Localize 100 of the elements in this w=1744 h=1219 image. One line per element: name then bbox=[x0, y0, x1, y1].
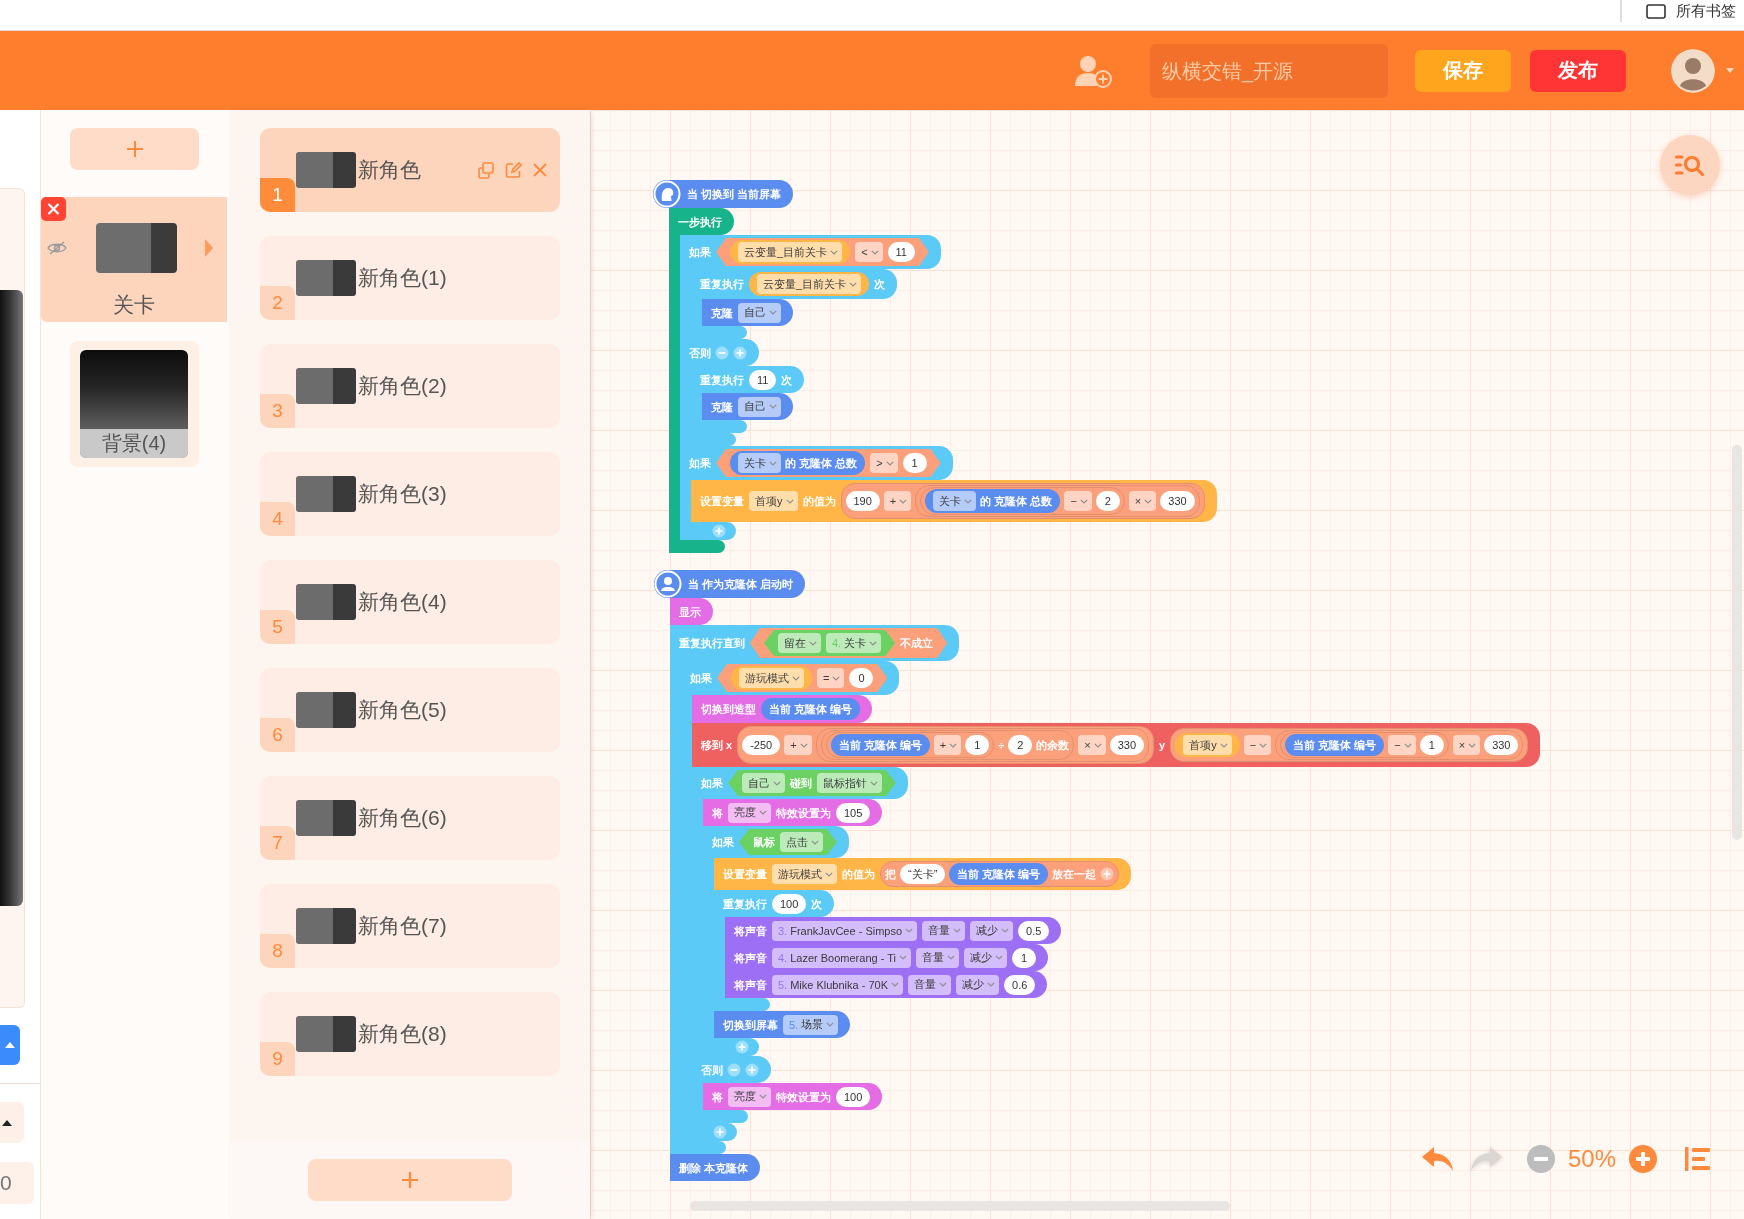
dropdown-field[interactable]: 音量 bbox=[922, 920, 966, 941]
dropdown-field[interactable]: 4. Lazer Boomerang - Ti bbox=[772, 947, 911, 968]
value-input[interactable]: 11 bbox=[887, 242, 915, 262]
dropdown-field[interactable]: − bbox=[1243, 735, 1272, 755]
dropdown-field[interactable]: 音量 bbox=[908, 974, 951, 995]
dropdown-field[interactable]: 首项y bbox=[1183, 735, 1232, 755]
value-input[interactable]: 1 bbox=[1011, 947, 1036, 968]
dropdown-field[interactable]: 亮度 bbox=[728, 802, 771, 823]
value-input[interactable]: 330 bbox=[1160, 491, 1195, 511]
dropdown-field[interactable]: 4. 关卡 bbox=[826, 633, 882, 653]
plus-icon[interactable] bbox=[733, 345, 747, 360]
eye-slash-icon[interactable] bbox=[46, 240, 68, 256]
value-input[interactable]: 2 bbox=[1008, 735, 1033, 755]
dropdown-field[interactable]: 减少 bbox=[963, 947, 1007, 968]
value-input[interactable]: 0.5 bbox=[1018, 920, 1050, 941]
triangle-up-icon[interactable] bbox=[0, 1102, 24, 1143]
sprite-card[interactable]: 9 新角色(8) bbox=[260, 992, 560, 1076]
sprite-card[interactable]: 8 新角色(7) bbox=[260, 884, 560, 968]
value-input[interactable]: 11 bbox=[749, 369, 777, 390]
publish-button[interactable]: 发布 bbox=[1530, 49, 1626, 92]
edit-icon[interactable] bbox=[504, 161, 522, 179]
dropdown-field[interactable]: − bbox=[1064, 491, 1092, 511]
value-input[interactable]: 1 bbox=[1419, 735, 1444, 755]
dropdown-field[interactable]: × bbox=[1452, 735, 1481, 755]
dropdown-field[interactable]: 亮度 bbox=[728, 1086, 771, 1107]
value-input[interactable]: 2 bbox=[1095, 491, 1120, 511]
caret-icon bbox=[1468, 742, 1477, 748]
add-sprite-button[interactable] bbox=[308, 1158, 512, 1201]
dropdown-field[interactable]: < bbox=[855, 242, 883, 262]
dropdown-field[interactable]: 关卡 bbox=[933, 491, 977, 511]
plus-icon[interactable] bbox=[713, 1125, 727, 1139]
plus-icon[interactable] bbox=[745, 1062, 759, 1077]
add-user-icon[interactable] bbox=[1073, 53, 1113, 88]
dropdown-field[interactable]: 云变量_目前关卡 bbox=[757, 274, 862, 294]
dropdown-field[interactable]: × bbox=[1128, 491, 1157, 511]
caret-down-icon[interactable] bbox=[1726, 68, 1734, 73]
dropdown-field[interactable]: × bbox=[1078, 735, 1106, 755]
sprite-card[interactable]: 2 新角色(1) bbox=[260, 236, 560, 320]
dropdown-field[interactable]: 自己 bbox=[738, 302, 781, 323]
value-input[interactable]: 0.6 bbox=[1004, 974, 1036, 995]
screen-card[interactable]: 关卡 bbox=[41, 197, 227, 322]
sprite-card[interactable]: 6 新角色(5) bbox=[260, 668, 560, 752]
dropdown-field[interactable]: + bbox=[933, 735, 962, 755]
value-input[interactable]: 330 bbox=[1484, 735, 1519, 755]
sprite-card[interactable]: 1 新角色 bbox=[260, 128, 560, 212]
bookmarks-button[interactable]: 所有书签 bbox=[1620, 0, 1744, 22]
add-screen-button[interactable] bbox=[70, 128, 199, 170]
dropdown-field[interactable]: 自己 bbox=[738, 396, 781, 417]
caret-right-icon[interactable] bbox=[205, 239, 213, 257]
plus-icon[interactable] bbox=[1100, 867, 1115, 881]
sprite-card[interactable]: 3 新角色(2) bbox=[260, 344, 560, 428]
dropdown-field[interactable]: 5. Mike Klubnika - 70K bbox=[772, 974, 903, 995]
value-input[interactable]: 1 bbox=[902, 453, 927, 473]
value-input[interactable]: “关卡” bbox=[900, 864, 946, 884]
vertical-scrollbar[interactable] bbox=[1732, 445, 1742, 840]
dropdown-field[interactable]: + bbox=[784, 735, 812, 755]
dropdown-field[interactable]: − bbox=[1388, 735, 1416, 755]
dropdown-field[interactable]: 减少 bbox=[956, 974, 999, 995]
dropdown-field[interactable]: 3. FrankJavCee - Simpso bbox=[772, 920, 918, 941]
dropdown-field[interactable]: 首项y bbox=[749, 491, 798, 511]
dropdown-field[interactable]: 关卡 bbox=[738, 453, 781, 473]
avatar-icon[interactable] bbox=[1671, 48, 1715, 93]
search-button[interactable] bbox=[1660, 135, 1720, 195]
value-input[interactable]: 0 bbox=[849, 668, 874, 688]
value-input[interactable]: 1 bbox=[965, 735, 990, 755]
dropdown-field[interactable]: + bbox=[883, 491, 912, 511]
zoom-in-icon[interactable] bbox=[1628, 1144, 1658, 1174]
number-field[interactable]: 0 bbox=[0, 1162, 34, 1204]
value-input[interactable]: 190 bbox=[845, 491, 880, 511]
close-icon[interactable] bbox=[531, 161, 549, 179]
sprite-card[interactable]: 4 新角色(3) bbox=[260, 452, 560, 536]
value-input[interactable]: 100 bbox=[836, 1086, 871, 1107]
close-icon[interactable] bbox=[41, 197, 66, 221]
minus-icon[interactable] bbox=[715, 345, 729, 360]
dropdown-field[interactable]: 游玩模式 bbox=[772, 864, 837, 884]
dropdown-field[interactable]: 音量 bbox=[915, 947, 959, 968]
caret-up-icon[interactable] bbox=[0, 1025, 20, 1065]
dropdown-field[interactable]: 鼠标指针 bbox=[817, 773, 882, 793]
sprite-card[interactable]: 5 新角色(4) bbox=[260, 560, 560, 644]
value-input[interactable]: 330 bbox=[1109, 735, 1145, 755]
minus-icon[interactable] bbox=[727, 1062, 741, 1077]
dropdown-field[interactable]: 减少 bbox=[970, 920, 1014, 941]
align-left-icon[interactable] bbox=[1684, 1146, 1712, 1172]
dropdown-field[interactable]: 留在 bbox=[778, 633, 821, 653]
dropdown-field[interactable]: 点击 bbox=[780, 832, 823, 852]
value-input[interactable]: -250 bbox=[742, 735, 781, 755]
plus-icon[interactable] bbox=[712, 524, 726, 538]
dropdown-field[interactable]: 自己 bbox=[742, 773, 785, 793]
dropdown-field[interactable]: 5. 场景 bbox=[783, 1014, 839, 1035]
plus-icon[interactable] bbox=[735, 1040, 749, 1054]
dropdown-field[interactable]: > bbox=[870, 453, 898, 473]
horizontal-scrollbar[interactable] bbox=[690, 1201, 1230, 1211]
screen-card[interactable]: 背景(4) bbox=[70, 341, 199, 467]
value-input[interactable]: 100 bbox=[772, 893, 807, 914]
sprite-card[interactable]: 7 新角色(6) bbox=[260, 776, 560, 860]
value-input[interactable]: 105 bbox=[836, 802, 871, 823]
dropdown-field[interactable]: 云变量_目前关卡 bbox=[738, 242, 843, 262]
dropdown-field[interactable]: = bbox=[817, 668, 845, 688]
dropdown-field[interactable]: 游玩模式 bbox=[739, 668, 804, 688]
copy-icon[interactable] bbox=[477, 161, 495, 179]
